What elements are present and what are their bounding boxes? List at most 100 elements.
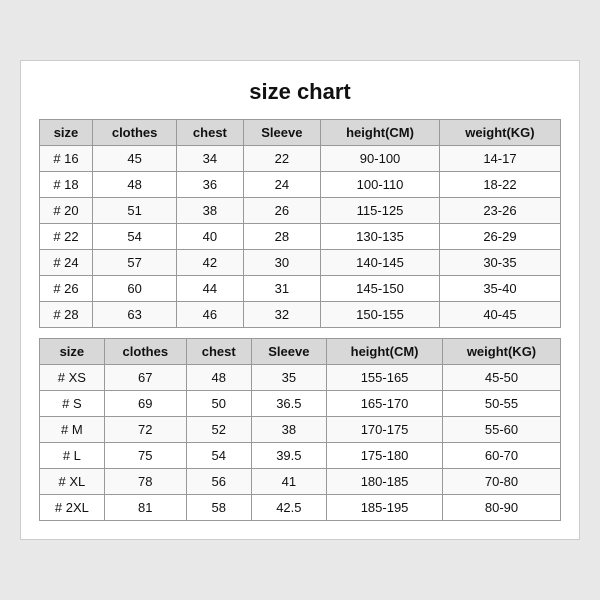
table1-cell-r6-c5: 40-45	[439, 302, 560, 328]
table1-cell-r0-c3: 22	[243, 146, 321, 172]
table1-cell-r6-c1: 63	[93, 302, 177, 328]
table1-header: sizeclotheschestSleeveheight(CM)weight(K…	[40, 120, 561, 146]
table-row: # 20513826115-12523-26	[40, 198, 561, 224]
table2-cell-r0-c4: 155-165	[327, 365, 443, 391]
table1-cell-r3-c0: # 22	[40, 224, 93, 250]
table2-cell-r1-c2: 50	[186, 391, 251, 417]
table1-cell-r2-c5: 23-26	[439, 198, 560, 224]
table1-cell-r0-c0: # 16	[40, 146, 93, 172]
table1-cell-r1-c2: 36	[177, 172, 243, 198]
table2-col-header-3: Sleeve	[251, 339, 327, 365]
table1-cell-r4-c2: 42	[177, 250, 243, 276]
table-row: # XL785641180-18570-80	[40, 469, 561, 495]
table1-cell-r6-c0: # 28	[40, 302, 93, 328]
table2-cell-r4-c5: 70-80	[442, 469, 560, 495]
table1-cell-r1-c3: 24	[243, 172, 321, 198]
table1-cell-r6-c3: 32	[243, 302, 321, 328]
table2-cell-r4-c4: 180-185	[327, 469, 443, 495]
table1-cell-r2-c1: 51	[93, 198, 177, 224]
table1-col-header-0: size	[40, 120, 93, 146]
table2-cell-r5-c5: 80-90	[442, 495, 560, 521]
table2-header: sizeclotheschestSleeveheight(CM)weight(K…	[40, 339, 561, 365]
table1-cell-r2-c0: # 20	[40, 198, 93, 224]
table2-col-header-2: chest	[186, 339, 251, 365]
table1-cell-r3-c4: 130-135	[321, 224, 440, 250]
chart-title: size chart	[39, 79, 561, 105]
table-gap	[39, 328, 561, 338]
table2-cell-r2-c1: 72	[104, 417, 186, 443]
table1-col-header-1: clothes	[93, 120, 177, 146]
table-row: # 18483624100-11018-22	[40, 172, 561, 198]
table1-cell-r3-c5: 26-29	[439, 224, 560, 250]
table2-cell-r4-c3: 41	[251, 469, 327, 495]
table1-cell-r5-c5: 35-40	[439, 276, 560, 302]
table1-cell-r0-c5: 14-17	[439, 146, 560, 172]
table2-cell-r3-c4: 175-180	[327, 443, 443, 469]
table2-cell-r5-c2: 58	[186, 495, 251, 521]
table2-cell-r1-c5: 50-55	[442, 391, 560, 417]
table2-cell-r0-c2: 48	[186, 365, 251, 391]
table1-cell-r3-c2: 40	[177, 224, 243, 250]
table1-cell-r4-c3: 30	[243, 250, 321, 276]
table2-body: # XS674835155-16545-50# S695036.5165-170…	[40, 365, 561, 521]
table1-cell-r3-c3: 28	[243, 224, 321, 250]
table1-cell-r5-c4: 145-150	[321, 276, 440, 302]
table2-header-row: sizeclotheschestSleeveheight(CM)weight(K…	[40, 339, 561, 365]
table1-cell-r5-c3: 31	[243, 276, 321, 302]
size-chart-card: size chart sizeclotheschestSleeveheight(…	[20, 60, 580, 540]
table-row: # 26604431145-15035-40	[40, 276, 561, 302]
table2-cell-r2-c5: 55-60	[442, 417, 560, 443]
table1-cell-r2-c4: 115-125	[321, 198, 440, 224]
table-row: # 22544028130-13526-29	[40, 224, 561, 250]
table2-cell-r1-c3: 36.5	[251, 391, 327, 417]
table2-cell-r1-c1: 69	[104, 391, 186, 417]
table1-cell-r1-c5: 18-22	[439, 172, 560, 198]
table1-cell-r1-c4: 100-110	[321, 172, 440, 198]
table-row: # 28634632150-15540-45	[40, 302, 561, 328]
table2-col-header-0: size	[40, 339, 105, 365]
table1-col-header-3: Sleeve	[243, 120, 321, 146]
table1-col-header-2: chest	[177, 120, 243, 146]
table-row: # S695036.5165-17050-55	[40, 391, 561, 417]
table2-cell-r1-c0: # S	[40, 391, 105, 417]
table2-cell-r4-c2: 56	[186, 469, 251, 495]
table1-body: # 1645342290-10014-17# 18483624100-11018…	[40, 146, 561, 328]
size-table-2: sizeclotheschestSleeveheight(CM)weight(K…	[39, 338, 561, 521]
table2-cell-r4-c1: 78	[104, 469, 186, 495]
table-row: # 1645342290-10014-17	[40, 146, 561, 172]
table2-cell-r0-c0: # XS	[40, 365, 105, 391]
table-row: # L755439.5175-18060-70	[40, 443, 561, 469]
table1-cell-r4-c4: 140-145	[321, 250, 440, 276]
table1-cell-r4-c0: # 24	[40, 250, 93, 276]
table2-col-header-5: weight(KG)	[442, 339, 560, 365]
table2-cell-r2-c0: # M	[40, 417, 105, 443]
table1-col-header-5: weight(KG)	[439, 120, 560, 146]
table1-cell-r5-c0: # 26	[40, 276, 93, 302]
table1-cell-r4-c5: 30-35	[439, 250, 560, 276]
table2-cell-r4-c0: # XL	[40, 469, 105, 495]
table2-cell-r2-c2: 52	[186, 417, 251, 443]
table-row: # XS674835155-16545-50	[40, 365, 561, 391]
table2-cell-r3-c1: 75	[104, 443, 186, 469]
table2-cell-r5-c4: 185-195	[327, 495, 443, 521]
table1-cell-r5-c1: 60	[93, 276, 177, 302]
table1-cell-r2-c2: 38	[177, 198, 243, 224]
table2-cell-r2-c3: 38	[251, 417, 327, 443]
table2-cell-r3-c3: 39.5	[251, 443, 327, 469]
table1-header-row: sizeclotheschestSleeveheight(CM)weight(K…	[40, 120, 561, 146]
table2-cell-r0-c5: 45-50	[442, 365, 560, 391]
table2-cell-r2-c4: 170-175	[327, 417, 443, 443]
table1-cell-r6-c4: 150-155	[321, 302, 440, 328]
table2-cell-r5-c0: # 2XL	[40, 495, 105, 521]
table-row: # 2XL815842.5185-19580-90	[40, 495, 561, 521]
table2-col-header-4: height(CM)	[327, 339, 443, 365]
table1-cell-r1-c1: 48	[93, 172, 177, 198]
table1-cell-r5-c2: 44	[177, 276, 243, 302]
table2-cell-r3-c2: 54	[186, 443, 251, 469]
table2-cell-r5-c1: 81	[104, 495, 186, 521]
table2-col-header-1: clothes	[104, 339, 186, 365]
table1-cell-r1-c0: # 18	[40, 172, 93, 198]
table1-col-header-4: height(CM)	[321, 120, 440, 146]
table1-cell-r4-c1: 57	[93, 250, 177, 276]
table1-cell-r0-c2: 34	[177, 146, 243, 172]
